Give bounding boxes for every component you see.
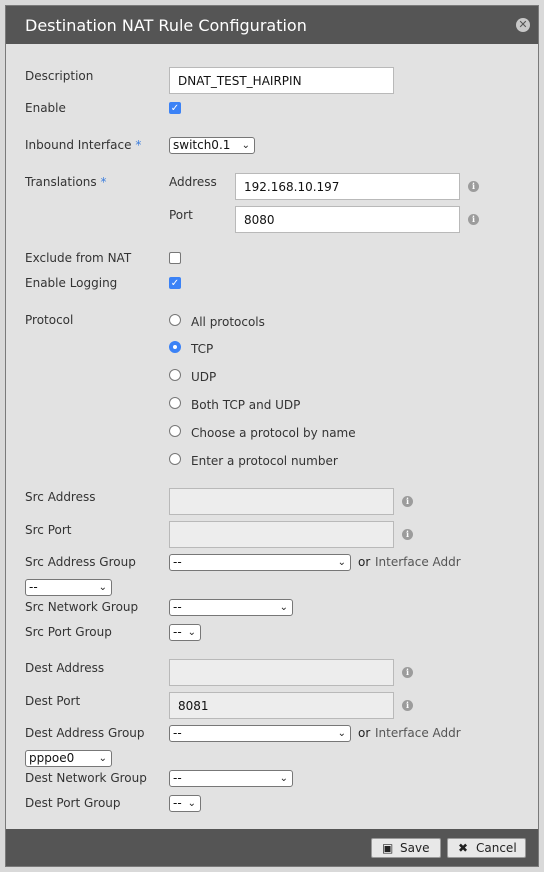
dest-address-group-select[interactable]: -- ⌄ xyxy=(169,725,351,742)
protocol-option-label: All protocols xyxy=(191,315,265,329)
src-port-input[interactable] xyxy=(169,521,394,548)
src-port-group-label: Src Port Group xyxy=(25,625,112,639)
chevron-down-icon: ⌄ xyxy=(187,798,196,809)
interface-addr-label: Interface Addr xyxy=(375,555,461,569)
enable-checkbox[interactable]: ✓ xyxy=(169,102,181,114)
protocol-option-label: UDP xyxy=(191,370,217,384)
dest-interface-addr-select[interactable]: pppoe0 ⌄ xyxy=(25,750,112,767)
interface-addr-label: Interface Addr xyxy=(375,726,461,740)
enable-label: Enable xyxy=(25,101,66,115)
inbound-interface-select[interactable]: switch0.1 ⌄ xyxy=(169,137,255,154)
dest-address-group-label: Dest Address Group xyxy=(25,726,145,740)
info-icon[interactable]: i xyxy=(402,700,413,711)
or-text: or xyxy=(358,555,371,569)
dest-network-group-select[interactable]: -- ⌄ xyxy=(169,770,293,787)
chevron-down-icon: ⌄ xyxy=(187,627,196,638)
src-network-group-select[interactable]: -- ⌄ xyxy=(169,599,293,616)
address-label: Address xyxy=(169,175,217,189)
required-marker: * xyxy=(100,175,107,189)
info-icon[interactable]: i xyxy=(402,529,413,540)
protocol-radio-all[interactable] xyxy=(169,314,181,326)
save-disk-icon: ▣ xyxy=(382,841,394,855)
enable-logging-checkbox[interactable]: ✓ xyxy=(169,277,181,289)
description-input[interactable] xyxy=(169,67,394,94)
port-label: Port xyxy=(169,208,193,222)
protocol-option-label: Both TCP and UDP xyxy=(191,398,301,412)
dest-port-label: Dest Port xyxy=(25,694,81,708)
protocol-option-label: TCP xyxy=(191,342,214,356)
chevron-down-icon: ⌄ xyxy=(279,773,288,784)
translation-port-input[interactable] xyxy=(235,206,460,233)
protocol-radio-number[interactable] xyxy=(169,453,181,465)
or-text: or xyxy=(358,726,371,740)
src-address-label: Src Address xyxy=(25,490,96,504)
enable-logging-label: Enable Logging xyxy=(25,276,118,290)
src-interface-addr-select[interactable]: -- ⌄ xyxy=(25,579,112,596)
cancel-button[interactable]: ✖ Cancel xyxy=(447,838,526,858)
src-address-group-label: Src Address Group xyxy=(25,555,136,569)
chevron-down-icon: ⌄ xyxy=(337,557,346,568)
dialog-footer: ▣ Save ✖ Cancel xyxy=(6,829,538,866)
translations-label: Translations * xyxy=(25,175,107,189)
src-port-group-select[interactable]: -- ⌄ xyxy=(169,624,201,641)
src-address-group-select[interactable]: -- ⌄ xyxy=(169,554,351,571)
protocol-radio-both[interactable] xyxy=(169,397,181,409)
dialog-body: Description Enable ✓ Inbound Interface *… xyxy=(6,44,538,829)
src-port-label: Src Port xyxy=(25,523,72,537)
translation-address-input[interactable] xyxy=(235,173,460,200)
inbound-interface-label: Inbound Interface * xyxy=(25,138,142,152)
chevron-down-icon: ⌄ xyxy=(98,753,107,764)
x-icon: ✖ xyxy=(458,841,469,855)
exclude-from-nat-label: Exclude from NAT xyxy=(25,251,132,265)
protocol-option-label: Enter a protocol number xyxy=(191,454,338,468)
src-network-group-label: Src Network Group xyxy=(25,600,139,614)
dest-port-group-select[interactable]: -- ⌄ xyxy=(169,795,201,812)
info-icon[interactable]: i xyxy=(468,181,479,192)
protocol-radio-by-name[interactable] xyxy=(169,425,181,437)
chevron-down-icon: ⌄ xyxy=(241,140,250,151)
dest-network-group-label: Dest Network Group xyxy=(25,771,147,785)
info-icon[interactable]: i xyxy=(402,667,413,678)
required-marker: * xyxy=(135,138,142,152)
dest-port-input[interactable] xyxy=(169,692,394,719)
chevron-down-icon: ⌄ xyxy=(98,582,107,593)
src-address-input[interactable] xyxy=(169,488,394,515)
protocol-radio-udp[interactable] xyxy=(169,369,181,381)
save-button[interactable]: ▣ Save xyxy=(371,838,441,858)
dest-address-label: Dest Address xyxy=(25,661,105,675)
dest-port-group-label: Dest Port Group xyxy=(25,796,121,810)
protocol-radio-tcp[interactable] xyxy=(169,341,181,353)
exclude-from-nat-checkbox[interactable] xyxy=(169,252,181,264)
dialog-titlebar: Destination NAT Rule Configuration ✕ xyxy=(6,6,538,44)
info-icon[interactable]: i xyxy=(402,496,413,507)
nat-rule-dialog: Destination NAT Rule Configuration ✕ Des… xyxy=(5,5,539,867)
description-label: Description xyxy=(25,69,94,83)
dialog-title: Destination NAT Rule Configuration xyxy=(25,16,307,35)
protocol-label: Protocol xyxy=(25,313,74,327)
info-icon[interactable]: i xyxy=(468,214,479,225)
dest-address-input[interactable] xyxy=(169,659,394,686)
protocol-option-label: Choose a protocol by name xyxy=(191,426,356,440)
chevron-down-icon: ⌄ xyxy=(337,728,346,739)
chevron-down-icon: ⌄ xyxy=(279,602,288,613)
close-icon[interactable]: ✕ xyxy=(516,18,530,32)
